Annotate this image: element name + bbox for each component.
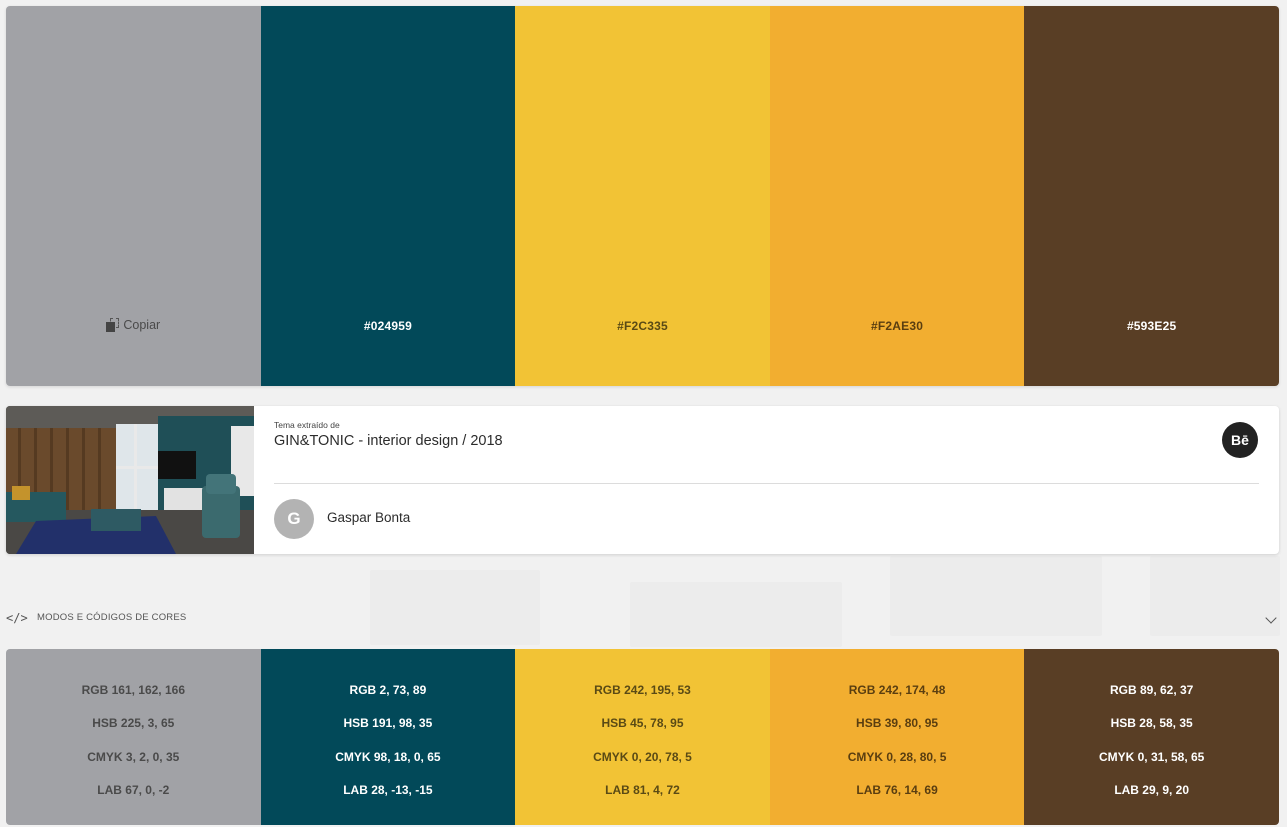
extracted-from-label: Tema extraído de	[274, 420, 340, 430]
theme-source-card: Tema extraído de GIN&TONIC - interior de…	[6, 406, 1279, 554]
hsb-value[interactable]: HSB 28, 58, 35	[1024, 716, 1279, 730]
color-codes-toggle[interactable]: </> MODOS E CÓDIGOS DE CORES	[6, 605, 1279, 631]
theme-title-link[interactable]: GIN&TONIC - interior design / 2018	[274, 433, 503, 449]
copy-icon	[106, 318, 120, 332]
cmyk-value[interactable]: CMYK 3, 2, 0, 35	[6, 750, 261, 764]
code-icon: </>	[6, 611, 28, 625]
codes-column-2: RGB 2, 73, 89 HSB 191, 98, 35 CMYK 98, 1…	[260, 649, 516, 825]
hsb-value[interactable]: HSB 45, 78, 95	[515, 716, 770, 730]
cmyk-value[interactable]: CMYK 0, 28, 80, 5	[770, 750, 1025, 764]
codes-column-1: RGB 161, 162, 166 HSB 225, 3, 65 CMYK 3,…	[6, 649, 261, 825]
copy-button[interactable]: Copiar	[6, 318, 261, 332]
chevron-down-icon[interactable]	[1265, 612, 1277, 624]
rgb-value[interactable]: RGB 242, 174, 48	[770, 683, 1025, 697]
lab-value[interactable]: LAB 29, 9, 20	[1024, 783, 1279, 797]
cmyk-value[interactable]: CMYK 0, 31, 58, 65	[1024, 750, 1279, 764]
source-thumbnail[interactable]	[6, 406, 254, 554]
lab-value[interactable]: LAB 67, 0, -2	[6, 783, 261, 797]
codes-column-4: RGB 242, 174, 48 HSB 39, 80, 95 CMYK 0, …	[769, 649, 1025, 825]
swatch-hex: #593E25	[1126, 319, 1177, 333]
cmyk-value[interactable]: CMYK 0, 20, 78, 5	[515, 750, 770, 764]
lab-value[interactable]: LAB 81, 4, 72	[515, 783, 770, 797]
interior-photo	[6, 406, 254, 554]
swatch-3[interactable]: #F2C335	[515, 6, 770, 386]
swatch-5[interactable]: #593E25	[1024, 6, 1279, 386]
codes-column-3: RGB 242, 195, 53 HSB 45, 78, 95 CMYK 0, …	[515, 649, 770, 825]
rgb-value[interactable]: RGB 161, 162, 166	[6, 683, 261, 697]
cmyk-value[interactable]: CMYK 98, 18, 0, 65	[261, 750, 516, 764]
swatch-hex: #F2AE30	[871, 319, 924, 333]
lab-value[interactable]: LAB 76, 14, 69	[770, 783, 1025, 797]
divider	[274, 483, 1259, 484]
codes-column-5: RGB 89, 62, 37 HSB 28, 58, 35 CMYK 0, 31…	[1024, 649, 1279, 825]
color-codes-title: MODOS E CÓDIGOS DE CORES	[37, 612, 187, 623]
hsb-value[interactable]: HSB 191, 98, 35	[261, 716, 516, 730]
rgb-value[interactable]: RGB 89, 62, 37	[1024, 683, 1279, 697]
swatch-hex: #024959	[363, 319, 412, 333]
lab-value[interactable]: LAB 28, -13, -15	[261, 783, 516, 797]
hsb-value[interactable]: HSB 39, 80, 95	[770, 716, 1025, 730]
swatch-hex: #F2C335	[617, 319, 668, 333]
swatch-4[interactable]: #F2AE30	[769, 6, 1025, 386]
copy-label: Copiar	[123, 318, 161, 332]
hsb-value[interactable]: HSB 225, 3, 65	[6, 716, 261, 730]
rgb-value[interactable]: RGB 242, 195, 53	[515, 683, 770, 697]
color-codes-strip: RGB 161, 162, 166 HSB 225, 3, 65 CMYK 3,…	[6, 649, 1279, 825]
swatch-2[interactable]: #024959	[260, 6, 516, 386]
rgb-value[interactable]: RGB 2, 73, 89	[261, 683, 516, 697]
behance-icon[interactable]: Bē	[1222, 422, 1258, 458]
author-name-link[interactable]: Gaspar Bonta	[327, 510, 410, 525]
swatch-1[interactable]: Copiar	[6, 6, 261, 386]
avatar[interactable]: G	[274, 499, 314, 539]
color-palette: Copiar #024959 #F2C335 #F2AE30 #593E25	[6, 6, 1279, 386]
